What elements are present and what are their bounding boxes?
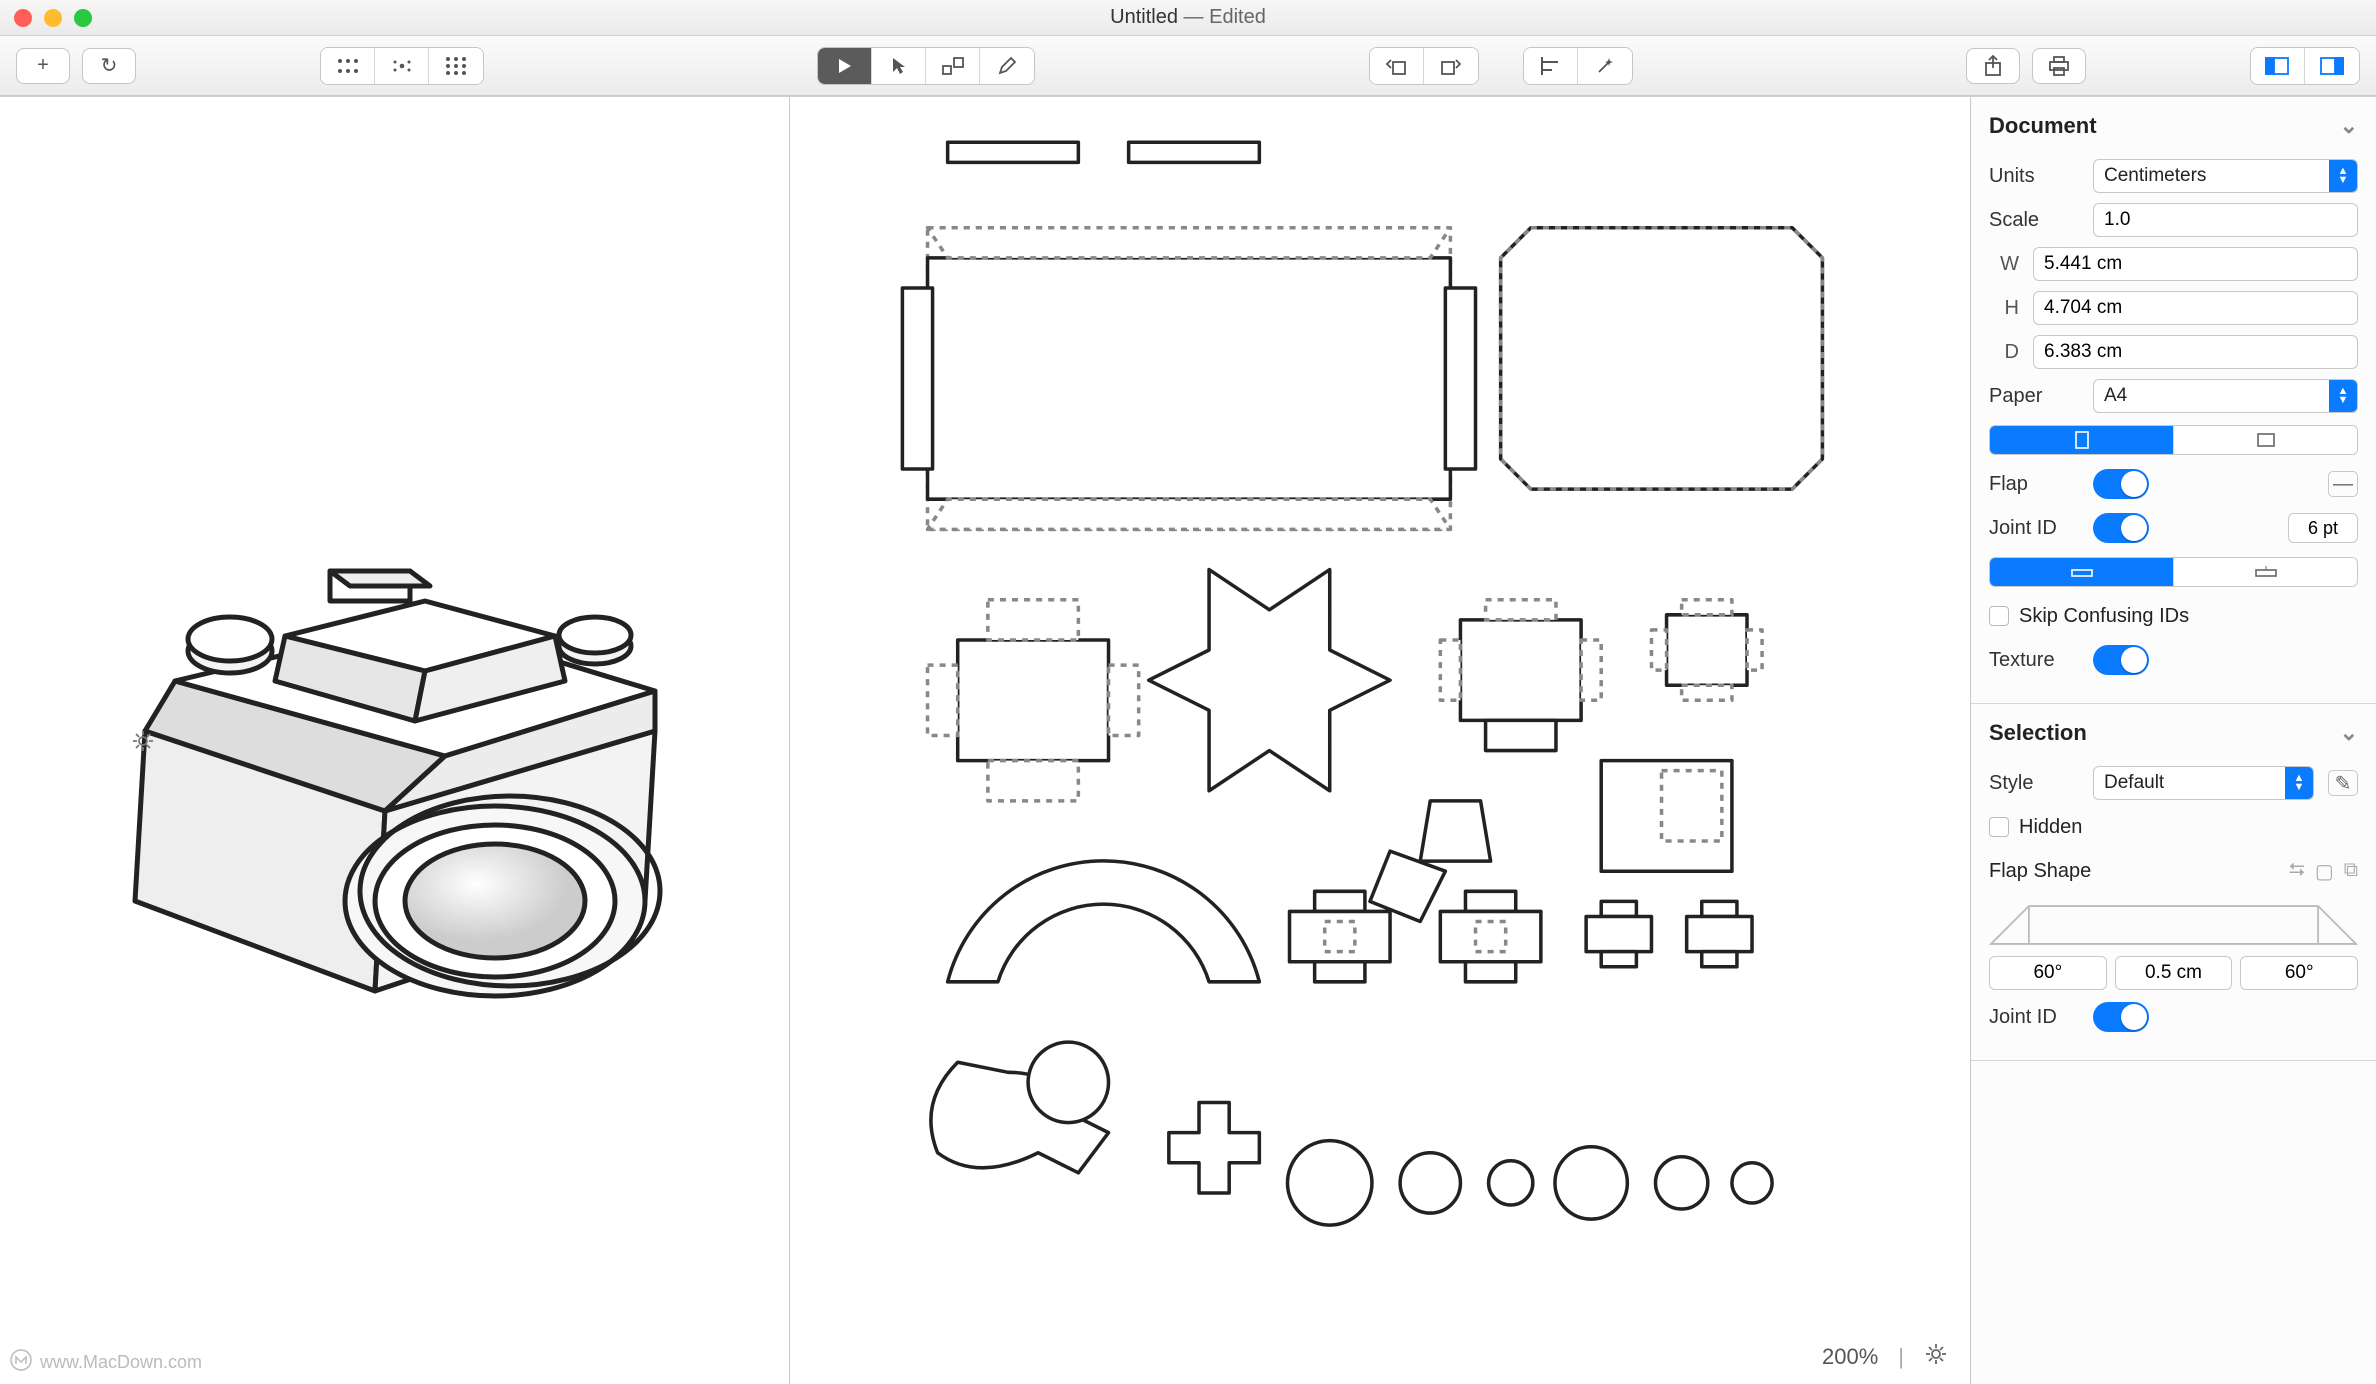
flap-shape-preview[interactable] xyxy=(1989,898,2358,946)
flap-options-button[interactable]: — xyxy=(2328,471,2358,497)
chevron-down-icon: ⌄ xyxy=(2340,113,2358,139)
depth-field[interactable] xyxy=(2033,335,2358,369)
align-group xyxy=(1523,47,1633,85)
unfold-layout-icon xyxy=(790,97,1970,1384)
sel-jointid-toggle[interactable] xyxy=(2093,1002,2149,1032)
tool-group xyxy=(817,47,1035,85)
align-left-icon[interactable] xyxy=(1524,48,1578,84)
traffic-lights xyxy=(14,9,92,27)
panel-toggle-group xyxy=(2250,47,2360,85)
reload-button[interactable]: ↻ xyxy=(82,48,136,84)
jointid-style-a-icon[interactable] xyxy=(1990,558,2174,586)
rotate-left-icon[interactable] xyxy=(1370,48,1424,84)
scale-tool-icon[interactable] xyxy=(926,48,980,84)
print-icon[interactable] xyxy=(2032,48,2086,84)
hidden-checkbox[interactable] xyxy=(1989,817,2009,837)
inspector-panel: Document ⌄ Units Centimeters ▲▼ Scale W … xyxy=(1971,97,2376,1384)
unfold-sheet-view[interactable]: 200% | xyxy=(790,97,1971,1384)
scale-label: Scale xyxy=(1989,209,2079,232)
landscape-icon[interactable] xyxy=(2174,426,2357,454)
paper-select[interactable]: A4 ▲▼ xyxy=(2093,379,2358,413)
gear-icon[interactable] xyxy=(131,729,771,1376)
pointer-tool-icon[interactable] xyxy=(872,48,926,84)
edit-style-button[interactable]: ✎ xyxy=(2328,770,2358,796)
zoom-level[interactable]: 200% xyxy=(1822,1344,1878,1370)
view-grid-group xyxy=(320,47,484,85)
rotate-right-icon[interactable] xyxy=(1424,48,1478,84)
share-icon[interactable] xyxy=(1966,48,2020,84)
watermark-logo-icon xyxy=(10,1349,32,1376)
skip-ids-label: Skip Confusing IDs xyxy=(2019,605,2189,628)
units-select[interactable]: Centimeters ▲▼ xyxy=(2093,159,2358,193)
flap-toggle[interactable] xyxy=(2093,469,2149,499)
model-3d-view[interactable] xyxy=(0,97,790,1384)
rotate-group xyxy=(1369,47,1479,85)
flap-label: Flap xyxy=(1989,473,2079,496)
copy-icon[interactable]: ⧉ xyxy=(2344,859,2358,884)
grid-dense-icon[interactable] xyxy=(321,48,375,84)
flap-size-field[interactable] xyxy=(2115,956,2233,990)
orientation-segment[interactable] xyxy=(1989,425,2358,455)
skip-ids-checkbox[interactable] xyxy=(1989,606,2009,626)
square-icon[interactable]: ▢ xyxy=(2315,859,2334,884)
sel-jointid-label: Joint ID xyxy=(1989,1006,2079,1029)
mirror-icon[interactable]: ⮀ xyxy=(2289,859,2305,884)
height-field[interactable] xyxy=(2033,291,2358,325)
right-panel-icon[interactable] xyxy=(2305,48,2359,84)
flap-angle-left-field[interactable] xyxy=(1989,956,2107,990)
flap-angle-right-field[interactable] xyxy=(2240,956,2358,990)
grid-sparse-icon[interactable] xyxy=(375,48,429,84)
jointid-style-segment[interactable] xyxy=(1989,557,2358,587)
gear-icon[interactable] xyxy=(1924,1342,1948,1372)
left-panel-icon[interactable] xyxy=(2251,48,2305,84)
grid-9-icon[interactable] xyxy=(429,48,483,84)
document-header[interactable]: Document ⌄ xyxy=(1989,107,2358,149)
width-field[interactable] xyxy=(2033,247,2358,281)
chevron-down-icon: ⌄ xyxy=(2340,720,2358,746)
magic-wand-icon[interactable] xyxy=(1578,48,1632,84)
texture-toggle[interactable] xyxy=(2093,645,2149,675)
jointid-style-b-icon[interactable] xyxy=(2174,558,2357,586)
close-window-button[interactable] xyxy=(14,9,32,27)
selection-section: Selection ⌄ Style Default ▲▼ ✎ Hidden Fl… xyxy=(1971,704,2376,1061)
portrait-icon[interactable] xyxy=(1990,426,2174,454)
add-button[interactable]: + xyxy=(16,48,70,84)
flapshape-label: Flap Shape xyxy=(1989,860,2091,883)
jointid-size-field[interactable] xyxy=(2288,513,2358,543)
stepper-icon: ▲▼ xyxy=(2329,160,2357,192)
texture-label: Texture xyxy=(1989,649,2079,672)
toolbar: + ↻ xyxy=(0,36,2376,96)
window-title: Untitled — Edited xyxy=(1110,6,1266,29)
stepper-icon: ▲▼ xyxy=(2285,767,2313,799)
paper-label: Paper xyxy=(1989,385,2079,408)
selection-header[interactable]: Selection ⌄ xyxy=(1989,714,2358,756)
hidden-label: Hidden xyxy=(2019,816,2082,839)
zoom-window-button[interactable] xyxy=(74,9,92,27)
jointid-toggle[interactable] xyxy=(2093,513,2149,543)
document-section: Document ⌄ Units Centimeters ▲▼ Scale W … xyxy=(1971,97,2376,704)
units-label: Units xyxy=(1989,165,2079,188)
camera-icon[interactable] xyxy=(0,729,115,1376)
minimize-window-button[interactable] xyxy=(44,9,62,27)
play-tool-icon[interactable] xyxy=(818,48,872,84)
style-label: Style xyxy=(1989,772,2079,795)
jointid-label: Joint ID xyxy=(1989,517,2079,540)
stepper-icon: ▲▼ xyxy=(2329,380,2357,412)
window-titlebar: Untitled — Edited xyxy=(0,0,2376,36)
scale-field[interactable] xyxy=(2093,203,2358,237)
style-select[interactable]: Default ▲▼ xyxy=(2093,766,2314,800)
watermark: www.MacDown.com xyxy=(10,1349,202,1376)
pencil-tool-icon[interactable] xyxy=(980,48,1034,84)
